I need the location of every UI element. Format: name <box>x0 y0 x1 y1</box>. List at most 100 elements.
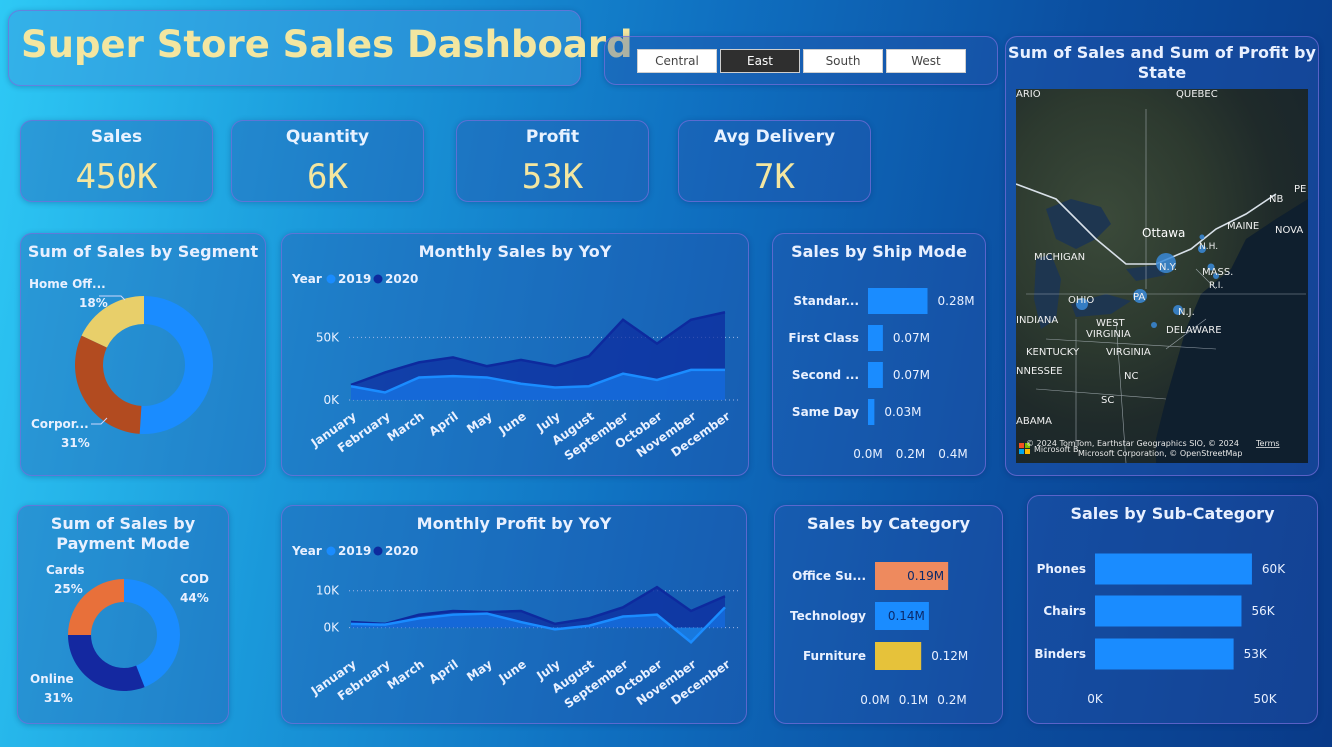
map-label: KENTUCKY <box>1026 347 1080 358</box>
map-terms-link[interactable]: Terms <box>1255 439 1280 448</box>
slicer-option-south[interactable]: South <box>803 49 883 73</box>
kpi-value: 450K <box>75 157 158 197</box>
legend-2020-marker <box>373 274 383 284</box>
value-label: 0.07M <box>893 368 930 382</box>
kpi-label: Profit <box>525 127 580 147</box>
legend-2020-marker <box>373 546 383 556</box>
payment-slice[interactable] <box>68 635 145 691</box>
ship-mode-bar[interactable] <box>868 362 883 388</box>
x-tick-label: April <box>426 657 460 687</box>
state-bubble[interactable] <box>1199 234 1205 240</box>
value-label: 0.19M <box>907 569 944 583</box>
map-label: N.J. <box>1178 307 1195 318</box>
y-tick-label: 10K <box>316 584 340 598</box>
map-label: NNESSEE <box>1016 366 1063 377</box>
monthly-profit-svg: Year 2019 2020 0K10KJanuaryFebruaryMarch… <box>291 544 739 711</box>
monthly-sales-svg: Year 2019 2020 0K50KJanuaryFebruaryMarch… <box>291 272 739 463</box>
ship-mode-bar[interactable] <box>868 399 875 425</box>
map-label: INDIANA <box>1016 315 1058 326</box>
kpi-quantity-card: Quantity 6K <box>231 120 424 202</box>
x-tick-label: May <box>464 657 495 684</box>
category-label: Binders <box>1034 647 1086 661</box>
kpi-sales-card: Sales 450K <box>20 120 213 202</box>
monthly-sales-card[interactable]: Monthly Sales by YoY Year 2019 2020 0K 50… <box>281 233 749 476</box>
payment-label-cards: Cards <box>46 563 85 577</box>
map-label: N.Y. <box>1159 262 1177 273</box>
map-canvas[interactable]: ARIO QUEBEC Ottawa MICHIGAN N.Y. PA OHIO… <box>1016 89 1308 463</box>
map-label: R.I. <box>1209 281 1223 291</box>
segment-pct-home-office: 18% <box>79 296 108 310</box>
category-label: Technology <box>790 609 866 623</box>
value-label: 0.03M <box>884 405 921 419</box>
map-label: SC <box>1101 395 1114 406</box>
subcategory-bar[interactable] <box>1095 553 1252 585</box>
page-title: Super Store Sales Dashboard <box>21 23 633 66</box>
map-label: MAINE <box>1227 221 1259 232</box>
kpi-value: 53K <box>521 157 584 197</box>
legend-title: Year <box>291 272 322 286</box>
ship-mode-bar[interactable] <box>868 325 883 351</box>
value-label: 0.12M <box>931 649 968 663</box>
category-card[interactable]: Sales by Category Office Su... 0.19M Techn… <box>774 505 1003 724</box>
x-tick-label: 0.0M <box>853 447 882 461</box>
payment-chart-card[interactable]: Sum of Sales by Payment Mode Cards 25% C… <box>17 505 229 724</box>
category-label: Same Day <box>792 405 859 419</box>
category-label: Office Su... <box>792 569 866 583</box>
kpi-profit-card: Profit 53K <box>456 120 649 202</box>
y-tick-label: 0K <box>323 621 340 635</box>
subcategory-svg: Phones 60K Chairs 56K Binders 53K 0K 50K <box>1034 553 1286 706</box>
ship-mode-card[interactable]: Sales by Ship Mode Standar... 0.28M First … <box>772 233 986 476</box>
y-tick-label: 50K <box>316 330 340 344</box>
category-svg: Office Su... 0.19M Technology 0.14M Furnitur… <box>790 562 968 707</box>
slicer-option-west[interactable]: West <box>886 49 966 73</box>
legend-title: Year <box>291 544 322 558</box>
slicer-option-east[interactable]: East <box>720 49 800 73</box>
segment-slice[interactable] <box>139 296 213 434</box>
category-label: Second ... <box>792 368 859 382</box>
legend-2019: 2019 <box>338 272 371 286</box>
kpi-label: Avg Delivery <box>713 127 836 147</box>
x-tick-label: 50K <box>1253 692 1277 706</box>
value-label: 0.14M <box>888 609 925 623</box>
category-bar[interactable] <box>875 642 922 670</box>
x-tick-label: 0.1M <box>899 693 928 707</box>
monthly-profit-card[interactable]: Monthly Profit by YoY Year 2019 2020 0K 1… <box>281 505 747 724</box>
x-tick-label: April <box>426 409 460 439</box>
payment-label-cod: COD <box>180 572 209 586</box>
subcategory-card[interactable]: Sales by Sub-Category Phones 60K Chairs 56K… <box>1027 495 1318 724</box>
segment-chart-card[interactable]: Sum of Sales by Segment Home Off... 18% … <box>20 233 266 476</box>
category-label: Furniture <box>803 649 866 663</box>
ship-mode-svg: Standar... 0.28M First Class 0.07M Second ..… <box>788 288 975 461</box>
segment-label-home-office: Home Off... <box>29 277 106 291</box>
value-label: 53K <box>1244 647 1268 661</box>
value-label: 0.28M <box>938 294 975 308</box>
map-svg: ARIO QUEBEC Ottawa MICHIGAN N.Y. PA OHIO… <box>1016 89 1308 463</box>
map-label: ABAMA <box>1016 416 1052 427</box>
category-label: First Class <box>788 331 859 345</box>
x-tick-label: June <box>496 657 529 686</box>
map-label: PA <box>1133 292 1145 303</box>
map-attribution: Microsoft Corporation, © OpenStreetMap <box>1078 449 1242 458</box>
state-bubble[interactable] <box>1151 322 1157 328</box>
x-tick-label: May <box>464 409 495 436</box>
map-label: MASS. <box>1202 267 1233 278</box>
map-label: ARIO <box>1016 89 1041 100</box>
map-label: DELAWARE <box>1166 325 1222 336</box>
map-label: QUEBEC <box>1176 89 1218 100</box>
x-tick-label: June <box>496 409 529 438</box>
value-label: 56K <box>1251 604 1275 618</box>
subcategory-bar[interactable] <box>1095 595 1242 627</box>
lake-huron <box>1046 199 1111 249</box>
map-label: Ottawa <box>1142 226 1185 240</box>
kpi-value: 6K <box>307 157 348 197</box>
state-map-card[interactable]: Sum of Sales and Sum of Profit by State <box>1005 36 1319 476</box>
x-tick-label: March <box>385 657 427 692</box>
category-label: Chairs <box>1043 604 1086 618</box>
slicer-option-central[interactable]: Central <box>637 49 717 73</box>
title-card: Super Store Sales Dashboard <box>8 10 633 86</box>
legend-2020: 2020 <box>385 544 418 558</box>
subcategory-bar[interactable] <box>1095 638 1234 670</box>
ship-mode-bar[interactable] <box>868 288 928 314</box>
map-attribution: © 2024 TomTom, Earthstar Geographics SIO… <box>1026 439 1239 448</box>
payment-donut-svg: Cards 25% COD 44% Online 31% <box>30 563 209 705</box>
